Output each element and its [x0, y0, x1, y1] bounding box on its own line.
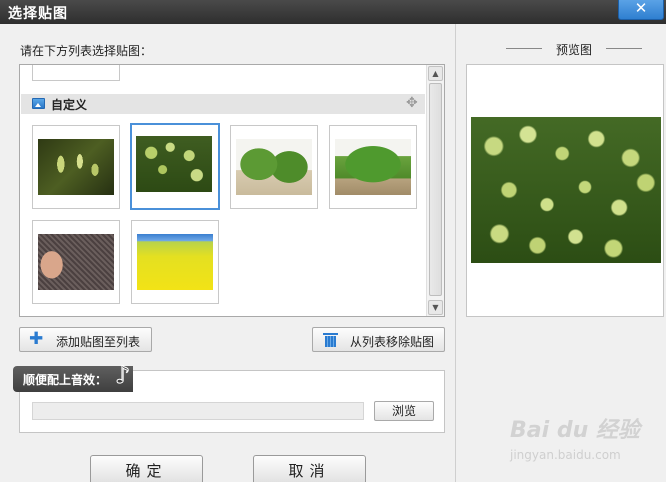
list-item[interactable]: [32, 125, 120, 209]
music-section: 顺便配上音效： ♪ 浏览: [13, 363, 445, 433]
image-icon: [32, 98, 45, 109]
thumbnail-image: [335, 139, 411, 195]
remove-sticker-button[interactable]: 从列表移除贴图: [312, 327, 445, 352]
browse-button[interactable]: 浏览: [374, 401, 434, 421]
remove-sticker-label: 从列表移除贴图: [350, 335, 435, 349]
ok-button[interactable]: 确定: [90, 455, 203, 482]
music-tab-label: 顺便配上音效：: [23, 373, 108, 387]
list-label: 请在下方列表选择贴图：: [20, 44, 153, 58]
close-icon: ✕: [634, 0, 648, 17]
thumbnail-image: [137, 234, 213, 290]
scroll-up-button[interactable]: ▲: [428, 66, 443, 81]
scroll-down-button[interactable]: ▼: [428, 300, 443, 315]
list-scrollbar[interactable]: ▲ ▼: [426, 65, 444, 316]
close-button[interactable]: ✕: [618, 0, 664, 20]
plus-icon: ✚: [29, 329, 44, 349]
preview-title-row: 预览图: [506, 41, 642, 57]
group-label: 自定义: [51, 98, 88, 112]
divider: [606, 48, 642, 49]
preview-title: 预览图: [555, 43, 592, 57]
list-item[interactable]: [230, 125, 318, 209]
preview-box: [466, 64, 664, 317]
trash-icon: [323, 333, 338, 347]
scroll-thumb[interactable]: [429, 83, 442, 296]
music-file-field[interactable]: [32, 402, 364, 420]
list-item[interactable]: [32, 220, 120, 304]
add-sticker-button[interactable]: ✚ 添加贴图至列表: [19, 327, 152, 352]
cancel-button[interactable]: 取消: [253, 455, 366, 482]
list-item[interactable]: [131, 220, 219, 304]
list-item[interactable]: [329, 125, 417, 209]
list-item-selected[interactable]: [130, 123, 220, 210]
move-icon[interactable]: ✥: [406, 95, 418, 111]
music-tab: 顺便配上音效： ♪: [13, 361, 133, 392]
title-bar: 选择贴图 ✕: [0, 0, 666, 24]
thumbnail-image: [136, 136, 212, 192]
thumbnail-image: [38, 139, 114, 195]
preview-panel: 预览图: [455, 24, 666, 482]
music-note-icon: ♪: [114, 361, 131, 389]
thumbnail-image: [38, 234, 114, 290]
preview-image: [471, 117, 661, 263]
list-item-partial[interactable]: [32, 65, 120, 81]
divider: [506, 48, 542, 49]
group-header[interactable]: 自定义 ✥: [21, 94, 425, 114]
thumbnail-image: [236, 139, 312, 195]
left-panel: 请在下方列表选择贴图： 自定义 ✥ ▲ ▼ ✚ 添加贴图至列表 从列表移除贴图 …: [0, 24, 454, 482]
sticker-list[interactable]: 自定义 ✥ ▲ ▼: [19, 64, 445, 317]
add-sticker-label: 添加贴图至列表: [56, 335, 141, 349]
window-title: 选择贴图: [8, 6, 68, 22]
